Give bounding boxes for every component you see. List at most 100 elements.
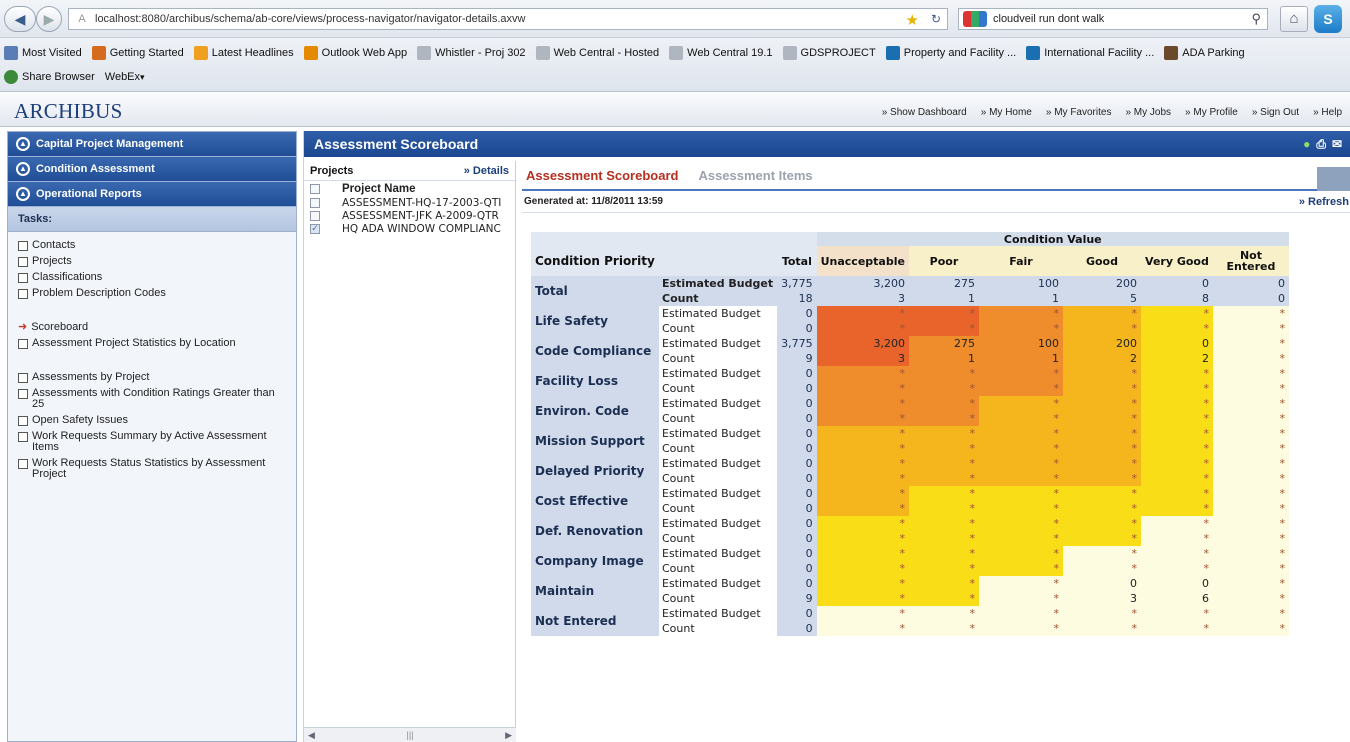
- count-cell[interactable]: *: [816, 501, 909, 516]
- count-cell[interactable]: *: [1140, 381, 1213, 396]
- count-cell[interactable]: *: [816, 471, 909, 486]
- budget-cell[interactable]: *: [1140, 396, 1213, 411]
- budget-cell[interactable]: *: [1212, 516, 1289, 531]
- budget-cell[interactable]: *: [1212, 456, 1289, 471]
- count-cell[interactable]: *: [908, 321, 979, 336]
- count-cell[interactable]: *: [978, 591, 1063, 606]
- count-cell[interactable]: 0: [1212, 291, 1289, 306]
- budget-cell[interactable]: *: [978, 546, 1063, 561]
- budget-cell[interactable]: *: [816, 306, 909, 321]
- collapse-icon[interactable]: ▲: [16, 137, 30, 151]
- budget-cell[interactable]: *: [978, 306, 1063, 321]
- budget-cell[interactable]: *: [978, 366, 1063, 381]
- reload-icon[interactable]: ↻: [931, 12, 941, 26]
- count-cell[interactable]: *: [978, 621, 1063, 636]
- budget-cell[interactable]: 3,200: [816, 276, 909, 291]
- count-cell[interactable]: *: [1140, 321, 1213, 336]
- budget-cell[interactable]: *: [1212, 396, 1289, 411]
- bookmark-item[interactable]: Web Central - Hosted: [535, 46, 659, 60]
- count-cell[interactable]: *: [1062, 531, 1141, 546]
- count-cell[interactable]: *: [1140, 531, 1213, 546]
- task-item[interactable]: Assessment Project Statistics by Locatio…: [8, 338, 296, 349]
- budget-cell[interactable]: *: [1212, 426, 1289, 441]
- count-cell[interactable]: *: [1062, 561, 1141, 576]
- task-checkbox[interactable]: [18, 241, 28, 251]
- budget-cell[interactable]: *: [1140, 486, 1213, 501]
- count-cell[interactable]: *: [1062, 621, 1141, 636]
- budget-cell[interactable]: *: [1062, 486, 1141, 501]
- back-button[interactable]: ◀: [4, 6, 36, 32]
- count-cell[interactable]: 8: [1140, 291, 1213, 306]
- tab-assessment-scoreboard[interactable]: Assessment Scoreboard: [526, 168, 678, 183]
- count-cell[interactable]: *: [1140, 471, 1213, 486]
- bookmark-item[interactable]: Web Central 19.1: [669, 46, 773, 60]
- count-cell[interactable]: *: [908, 591, 979, 606]
- budget-cell[interactable]: *: [1140, 306, 1213, 321]
- budget-cell[interactable]: *: [978, 486, 1063, 501]
- count-cell[interactable]: 1: [908, 291, 979, 306]
- bookmark-item[interactable]: Latest Headlines: [193, 46, 294, 60]
- task-item[interactable]: Open Safety Issues: [8, 415, 296, 426]
- print-icon[interactable]: ⎙: [1316, 137, 1326, 152]
- task-item[interactable]: Work Requests Status Statistics by Asses…: [8, 458, 296, 480]
- budget-cell[interactable]: *: [908, 306, 979, 321]
- count-cell[interactable]: *: [1212, 561, 1289, 576]
- count-cell[interactable]: *: [816, 381, 909, 396]
- search-icon[interactable]: ⚲: [1251, 11, 1261, 27]
- bookmark-item[interactable]: WebEx ▾: [105, 71, 145, 83]
- budget-cell[interactable]: *: [978, 396, 1063, 411]
- budget-cell[interactable]: *: [978, 576, 1063, 591]
- budget-cell[interactable]: *: [1062, 396, 1141, 411]
- count-cell[interactable]: *: [1140, 561, 1213, 576]
- budget-cell[interactable]: *: [978, 456, 1063, 471]
- count-cell[interactable]: *: [908, 501, 979, 516]
- task-checkbox[interactable]: [18, 389, 28, 399]
- bookmark-item[interactable]: ADA Parking: [1164, 46, 1245, 60]
- count-cell[interactable]: *: [908, 381, 979, 396]
- count-cell[interactable]: *: [1062, 381, 1141, 396]
- budget-cell[interactable]: *: [1140, 426, 1213, 441]
- count-cell[interactable]: *: [1212, 531, 1289, 546]
- count-cell[interactable]: *: [816, 441, 909, 456]
- skype-icon[interactable]: S: [1314, 5, 1342, 33]
- budget-cell[interactable]: *: [1212, 546, 1289, 561]
- budget-cell[interactable]: *: [1062, 366, 1141, 381]
- count-cell[interactable]: *: [978, 321, 1063, 336]
- task-item[interactable]: Contacts: [8, 240, 296, 251]
- budget-cell[interactable]: 100: [978, 336, 1063, 351]
- count-cell[interactable]: *: [1062, 471, 1141, 486]
- count-cell[interactable]: *: [816, 411, 909, 426]
- count-cell[interactable]: *: [978, 471, 1063, 486]
- scroll-left-icon[interactable]: ◀: [308, 730, 315, 741]
- home-icon[interactable]: ⌂: [1280, 6, 1308, 32]
- budget-cell[interactable]: *: [816, 456, 909, 471]
- bookmark-item[interactable]: Most Visited: [4, 46, 82, 60]
- budget-cell[interactable]: *: [816, 396, 909, 411]
- count-cell[interactable]: *: [816, 561, 909, 576]
- refresh-link[interactable]: » Refresh: [1299, 196, 1349, 208]
- count-cell[interactable]: *: [1212, 441, 1289, 456]
- count-cell[interactable]: 1: [978, 291, 1063, 306]
- budget-cell[interactable]: *: [1212, 576, 1289, 591]
- budget-cell[interactable]: *: [1212, 486, 1289, 501]
- task-item[interactable]: Projects: [8, 256, 296, 267]
- budget-cell[interactable]: *: [1212, 306, 1289, 321]
- budget-cell[interactable]: *: [816, 546, 909, 561]
- count-cell[interactable]: 3: [816, 351, 909, 366]
- budget-cell[interactable]: *: [816, 516, 909, 531]
- details-link[interactable]: » Details: [464, 165, 509, 177]
- budget-cell[interactable]: 0: [1140, 276, 1213, 291]
- count-cell[interactable]: 2: [1062, 351, 1141, 366]
- project-checkbox[interactable]: [310, 210, 320, 221]
- count-cell[interactable]: *: [1212, 321, 1289, 336]
- address-bar[interactable]: A localhost:8080/archibus/schema/ab-core…: [68, 8, 948, 30]
- budget-cell[interactable]: *: [1212, 606, 1289, 621]
- count-cell[interactable]: *: [978, 441, 1063, 456]
- budget-cell[interactable]: *: [908, 486, 979, 501]
- count-cell[interactable]: *: [1140, 441, 1213, 456]
- count-cell[interactable]: *: [816, 591, 909, 606]
- task-checkbox[interactable]: [18, 273, 28, 283]
- tab-assessment-items[interactable]: Assessment Items: [698, 168, 812, 183]
- count-cell[interactable]: *: [908, 531, 979, 546]
- count-cell[interactable]: *: [1212, 621, 1289, 636]
